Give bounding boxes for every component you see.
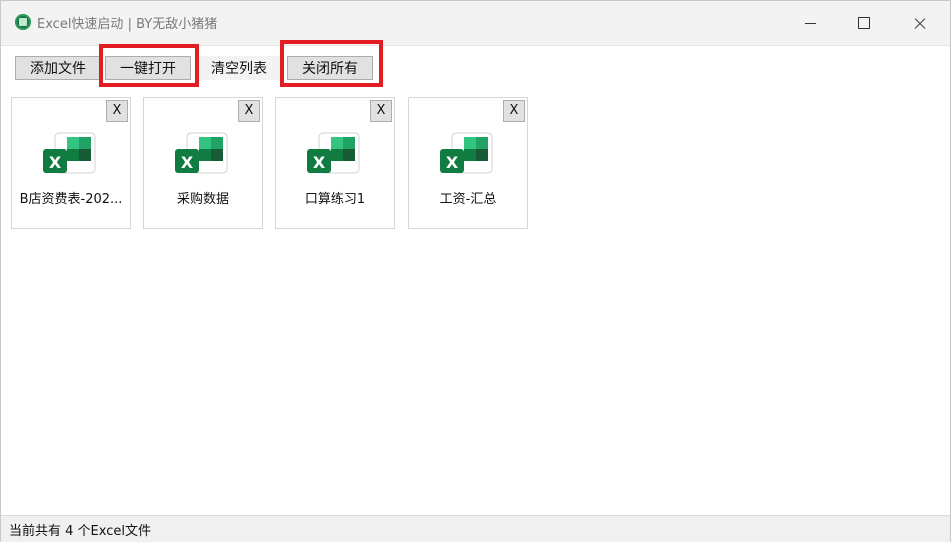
remove-file-button[interactable]: X bbox=[370, 100, 392, 122]
file-name: 工资-汇总 bbox=[439, 192, 497, 207]
file-name: 采购数据 bbox=[176, 192, 229, 207]
excel-app-icon bbox=[15, 14, 31, 30]
maximize-button[interactable] bbox=[847, 9, 881, 37]
svg-text:X: X bbox=[181, 153, 194, 172]
clear-list-button[interactable]: 清空列表 bbox=[197, 56, 281, 80]
minimize-button[interactable] bbox=[793, 9, 827, 37]
remove-file-button[interactable]: X bbox=[238, 100, 260, 122]
status-text: 当前共有 4 个Excel文件 bbox=[9, 524, 151, 539]
add-file-button[interactable]: 添加文件 bbox=[15, 56, 101, 80]
status-bar: 当前共有 4 个Excel文件 bbox=[1, 515, 950, 542]
file-name: B店资费表-202... bbox=[19, 192, 123, 207]
file-card[interactable]: X X 口算练习1 bbox=[275, 97, 395, 229]
excel-file-icon: X bbox=[175, 132, 228, 174]
file-card[interactable]: X X 采购数据 bbox=[143, 97, 263, 229]
file-name: 口算练习1 bbox=[304, 192, 366, 207]
remove-file-button[interactable]: X bbox=[106, 100, 128, 122]
file-card[interactable]: X X 工资-汇总 bbox=[408, 97, 528, 229]
remove-file-button[interactable]: X bbox=[503, 100, 525, 122]
app-window: Excel快速启动 | BY无敌小猪猪 添加文件 一键打开 清空列表 关闭所有 … bbox=[0, 0, 951, 542]
svg-text:X: X bbox=[49, 153, 62, 172]
svg-text:X: X bbox=[313, 153, 326, 172]
excel-file-icon: X bbox=[440, 132, 493, 174]
window-title: Excel快速启动 | BY无敌小猪猪 bbox=[37, 17, 218, 32]
title-bar: Excel快速启动 | BY无敌小猪猪 bbox=[1, 1, 950, 46]
close-window-button[interactable] bbox=[903, 9, 937, 37]
svg-text:X: X bbox=[446, 153, 459, 172]
close-all-button[interactable]: 关闭所有 bbox=[287, 56, 373, 80]
file-card[interactable]: X X B店资费表-202... bbox=[11, 97, 131, 229]
open-all-button[interactable]: 一键打开 bbox=[105, 56, 191, 80]
excel-file-icon: X bbox=[307, 132, 360, 174]
excel-file-icon: X bbox=[43, 132, 96, 174]
